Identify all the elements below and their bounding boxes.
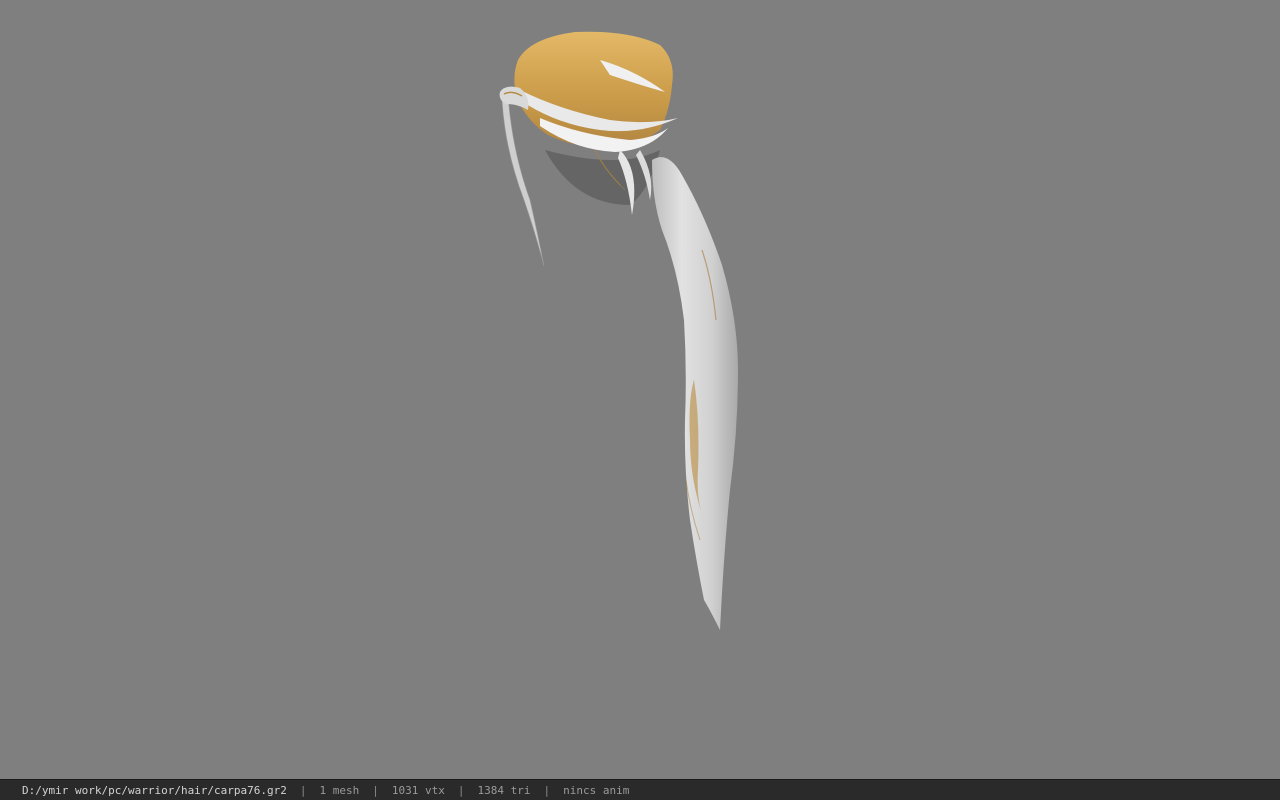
3d-viewport[interactable] [0,0,1280,779]
hair-model [499,31,738,630]
separator: | [543,783,551,797]
separator: | [299,783,307,797]
status-bar: D:/ymir work/pc/warrior/hair/carpa76.gr2… [0,779,1280,800]
hair-crown [514,31,673,148]
separator: | [457,783,465,797]
mesh-count: 1 mesh [319,783,360,797]
triangle-count: 1384 tri [477,783,531,797]
file-path: D:/ymir work/pc/warrior/hair/carpa76.gr2 [22,783,287,797]
separator: | [372,783,379,797]
vertex-count: 1031 vtx [391,783,445,797]
anim-status: nincs anim [563,783,630,797]
